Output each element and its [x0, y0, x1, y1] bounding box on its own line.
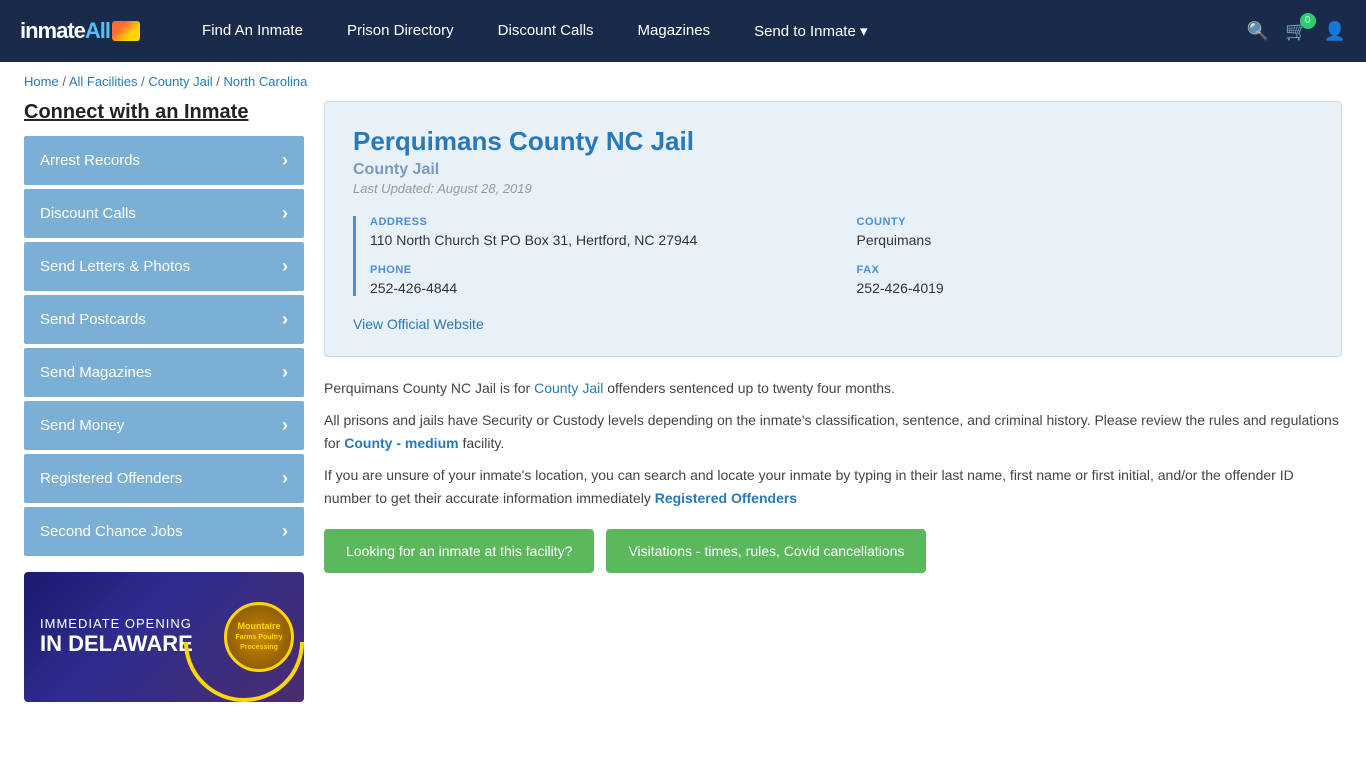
- county-label: COUNTY: [857, 216, 1314, 228]
- facility-description-1: Perquimans County NC Jail is for County …: [324, 377, 1342, 399]
- facility-name: Perquimans County NC Jail: [353, 126, 1313, 157]
- action-buttons: Looking for an inmate at this facility? …: [324, 529, 1342, 573]
- sidebar-item-discount-calls[interactable]: Discount Calls ›: [24, 189, 304, 238]
- nav-links: Find An Inmate Prison Directory Discount…: [180, 2, 1247, 60]
- arrow-icon: ›: [282, 521, 288, 542]
- nav-prison-directory[interactable]: Prison Directory: [325, 2, 476, 59]
- breadcrumb-home[interactable]: Home: [24, 74, 59, 89]
- county-value: Perquimans: [857, 232, 1314, 248]
- search-icon[interactable]: 🔍: [1247, 21, 1269, 42]
- phone-label: PHONE: [370, 264, 827, 276]
- facility-content: Perquimans County NC Jail County Jail La…: [324, 101, 1342, 702]
- phone-block: PHONE 252-426-4844: [370, 264, 827, 296]
- looking-for-inmate-button[interactable]: Looking for an inmate at this facility?: [324, 529, 594, 573]
- sidebar: Connect with an Inmate Arrest Records › …: [24, 101, 304, 702]
- fax-block: FAX 252-426-4019: [857, 264, 1314, 296]
- main-content: Connect with an Inmate Arrest Records › …: [0, 101, 1366, 732]
- breadcrumb-county-jail[interactable]: County Jail: [148, 74, 212, 89]
- phone-value: 252-426-4844: [370, 280, 827, 296]
- facility-card: Perquimans County NC Jail County Jail La…: [324, 101, 1342, 357]
- breadcrumb-all-facilities[interactable]: All Facilities: [69, 74, 138, 89]
- sidebar-item-send-postcards[interactable]: Send Postcards ›: [24, 295, 304, 344]
- address-value: 110 North Church St PO Box 31, Hertford,…: [370, 232, 827, 248]
- sidebar-item-registered-offenders[interactable]: Registered Offenders ›: [24, 454, 304, 503]
- county-medium-link[interactable]: County - medium: [344, 435, 458, 451]
- navbar-right: 🔍 🛒 0 👤: [1247, 21, 1346, 42]
- nav-magazines[interactable]: Magazines: [616, 2, 733, 59]
- ad-arc-decoration: [184, 582, 304, 702]
- county-jail-link[interactable]: County Jail: [534, 380, 603, 396]
- dropdown-arrow-icon: ▾: [860, 23, 868, 40]
- fax-label: FAX: [857, 264, 1314, 276]
- sidebar-item-send-money[interactable]: Send Money ›: [24, 401, 304, 450]
- breadcrumb-north-carolina[interactable]: North Carolina: [223, 74, 307, 89]
- navbar: inmateAll Find An Inmate Prison Director…: [0, 0, 1366, 62]
- arrow-icon: ›: [282, 150, 288, 171]
- nav-find-inmate[interactable]: Find An Inmate: [180, 2, 325, 59]
- facility-description-2: All prisons and jails have Security or C…: [324, 409, 1342, 454]
- ad-main-text: IN DELAWARE: [40, 631, 193, 657]
- sidebar-item-send-magazines[interactable]: Send Magazines ›: [24, 348, 304, 397]
- sidebar-item-arrest-records[interactable]: Arrest Records ›: [24, 136, 304, 185]
- arrow-icon: ›: [282, 256, 288, 277]
- breadcrumb: Home / All Facilities / County Jail / No…: [0, 62, 1366, 101]
- arrow-icon: ›: [282, 309, 288, 330]
- official-website-link[interactable]: View Official Website: [353, 316, 1313, 332]
- logo-icon: [112, 21, 140, 41]
- arrow-icon: ›: [282, 468, 288, 489]
- cart-badge: 0: [1300, 13, 1316, 29]
- facility-description-3: If you are unsure of your inmate's locat…: [324, 464, 1342, 509]
- arrow-icon: ›: [282, 415, 288, 436]
- cart-wrapper[interactable]: 🛒 0: [1285, 21, 1307, 42]
- facility-type: County Jail: [353, 161, 1313, 179]
- arrow-icon: ›: [282, 203, 288, 224]
- address-label: ADDRESS: [370, 216, 827, 228]
- nav-discount-calls[interactable]: Discount Calls: [476, 2, 616, 59]
- fax-value: 252-426-4019: [857, 280, 1314, 296]
- address-block: ADDRESS 110 North Church St PO Box 31, H…: [370, 216, 827, 248]
- ad-top-text: IMMEDIATE OPENING: [40, 616, 192, 631]
- facility-details: ADDRESS 110 North Church St PO Box 31, H…: [353, 216, 1313, 296]
- nav-send-to-inmate[interactable]: Send to Inmate ▾: [732, 2, 889, 60]
- visitation-button[interactable]: Visitations - times, rules, Covid cancel…: [606, 529, 926, 573]
- user-icon[interactable]: 👤: [1324, 21, 1346, 42]
- sidebar-item-send-letters[interactable]: Send Letters & Photos ›: [24, 242, 304, 291]
- registered-offenders-link[interactable]: Registered Offenders: [655, 490, 797, 506]
- logo[interactable]: inmateAll: [20, 18, 140, 44]
- sidebar-item-second-chance-jobs[interactable]: Second Chance Jobs ›: [24, 507, 304, 556]
- facility-last-updated: Last Updated: August 28, 2019: [353, 181, 1313, 196]
- sidebar-menu: Arrest Records › Discount Calls › Send L…: [24, 136, 304, 556]
- arrow-icon: ›: [282, 362, 288, 383]
- sidebar-title: Connect with an Inmate: [24, 101, 304, 124]
- sidebar-advertisement[interactable]: IMMEDIATE OPENING IN DELAWARE Mountaire …: [24, 572, 304, 702]
- county-block: COUNTY Perquimans: [857, 216, 1314, 248]
